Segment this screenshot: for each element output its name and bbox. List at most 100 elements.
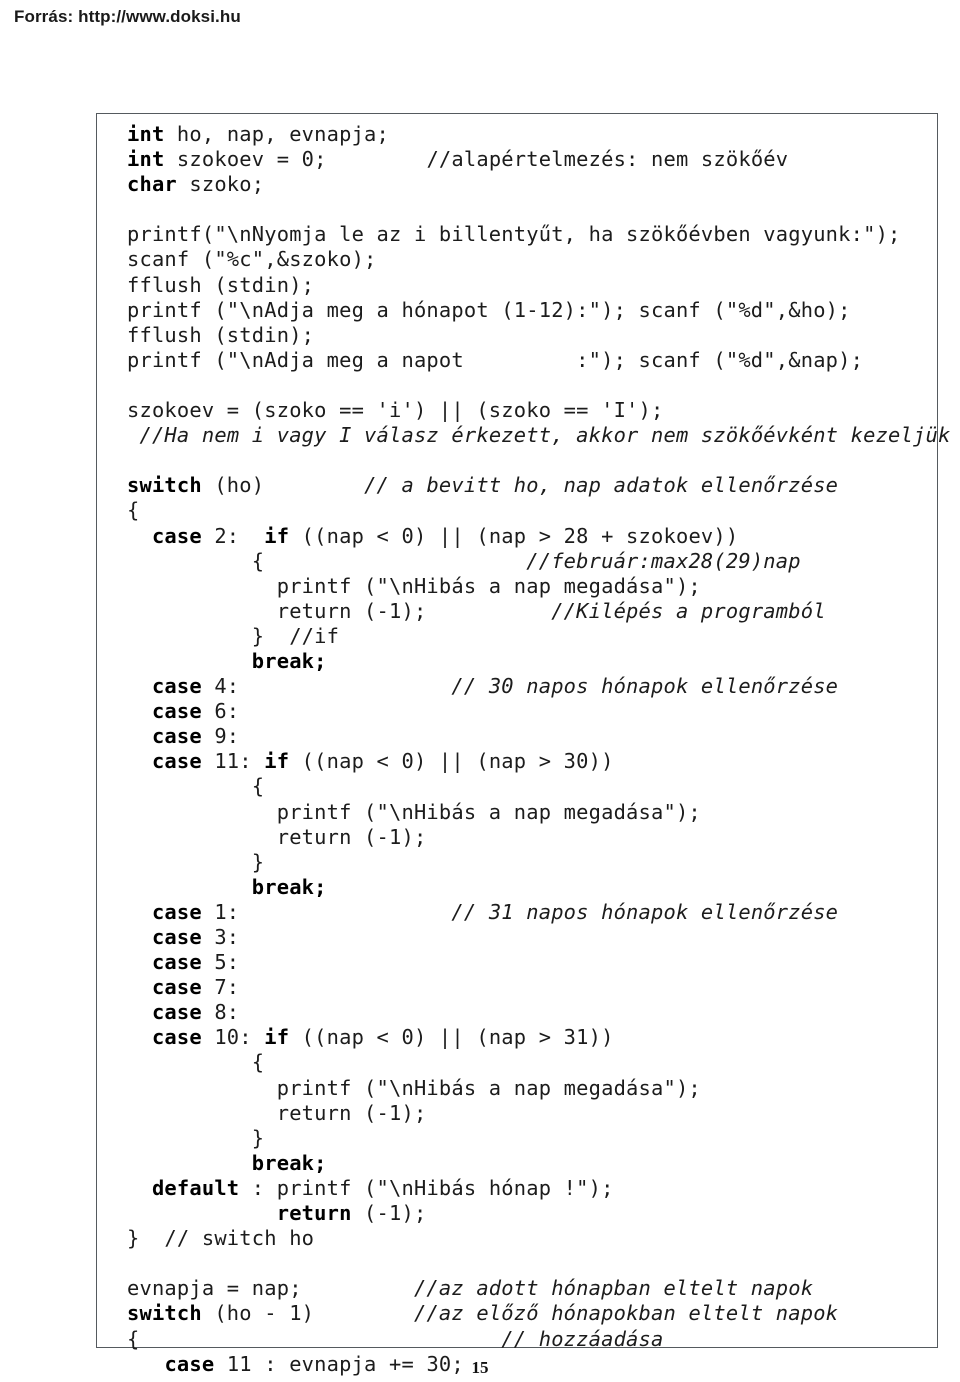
code-text: } [127,1125,265,1150]
code-line: case 10: if ((nap < 0) || (nap > 31)) [127,1025,960,1050]
code-text: printf ("\nHibás a nap megadása"); [127,1075,701,1100]
code-text: return (-1); [127,1100,427,1125]
code-line: } [127,1126,960,1151]
code-keyword: break; [251,648,327,673]
code-text: { [127,1326,502,1351]
code-text: 8: [201,1000,240,1025]
code-keyword: break; [251,874,327,899]
code-comment: //Kilépés a programból [551,598,826,623]
code-text: 9: [201,724,240,749]
code-comment: // hozzáadása [501,1326,664,1351]
code-text: { [127,774,265,799]
code-line: { // hozzáadása [127,1327,960,1352]
code-line: szokoev = (szoko == 'i') || (szoko == 'I… [127,398,960,423]
code-text: return (-1); [127,824,427,849]
code-line: case 6: [127,699,960,724]
code-keyword: case [151,699,202,724]
code-comment: // 30 napos hónapok ellenőrzése [451,674,839,699]
code-line: } // switch ho [127,1226,960,1251]
code-text: 5: [201,950,240,975]
code-keyword: case [151,749,202,774]
code-line: printf("\nNyomja le az i billentyűt, ha … [127,222,960,247]
code-text: : printf ("\nHibás hónap !"); [239,1175,614,1200]
code-keyword: case [151,975,202,1000]
code-text: } [127,849,265,874]
code-text: szokoev = 0; //alapértelmezés: nem szökő… [164,147,789,172]
code-line: printf ("\nHibás a nap megadása"); [127,1076,960,1101]
code-comment: // 31 napos hónapok ellenőrzése [451,899,839,924]
code-line: return (-1); //Kilépés a programból [127,599,960,624]
code-text: printf ("\nHibás a nap megadása"); [127,799,701,824]
code-keyword: case [151,1025,202,1050]
code-line: int szokoev = 0; //alapértelmezés: nem s… [127,147,960,172]
code-line: case 8: [127,1000,960,1025]
code-comment: //az előző hónapokban eltelt napok [413,1301,839,1326]
code-text: } // switch ho [127,1226,315,1251]
code-text: } //if [127,623,340,648]
code-keyword: return [276,1201,352,1226]
code-line: int ho, nap, evnapja; [127,122,960,147]
code-line: evnapja = nap; //az adott hónapban eltel… [127,1276,960,1301]
code-line: return (-1); [127,825,960,850]
code-text: szokoev = (szoko == 'i') || (szoko == 'I… [127,398,664,423]
code-line: default : printf ("\nHibás hónap !"); [127,1176,960,1201]
code-keyword: int [127,122,165,146]
code-line: case 3: [127,925,960,950]
code-text: (ho - 1) [201,1301,414,1326]
code-keyword: int [127,147,165,172]
code-keyword: break; [251,1150,327,1175]
code-keyword: case [151,674,202,699]
code-line: case 1: // 31 napos hónapok ellenőrzése [127,900,960,925]
code-line: break; [127,875,960,900]
code-line: case 5: [127,950,960,975]
code-text: 4: [201,674,452,699]
code-text: 1: [201,899,452,924]
code-line: char szoko; [127,172,960,197]
code-text: ((nap < 0) || (nap > 31)) [289,1025,614,1050]
code-text: 10: [201,1025,265,1050]
code-line: fflush (stdin); [127,273,960,298]
code-text: 2: [201,523,265,548]
code-listing-box: int ho, nap, evnapja; int szokoev = 0; //… [96,113,950,1376]
code-text: szoko; [176,172,265,197]
code-keyword: case [151,950,202,975]
code-line: { //február:max28(29)nap [127,549,960,574]
code-keyword: switch [127,1301,202,1326]
code-line: printf ("\nHibás a nap megadása"); [127,574,960,599]
code-keyword: switch [127,473,202,498]
code-text: return (-1); [127,598,552,623]
code-keyword: if [264,523,290,548]
code-keyword: case [151,724,202,749]
code-line: fflush (stdin); [127,323,960,348]
code-text: ((nap < 0) || (nap > 30)) [289,749,614,774]
page-number: 15 [471,1358,489,1377]
code-line: scanf ("%c",&szoko); [127,247,960,272]
code-keyword: if [264,1025,290,1050]
code-text: { [127,498,140,523]
code-text: fflush (stdin); [127,272,315,297]
code-line: case 2: if ((nap < 0) || (nap > 28 + szo… [127,524,960,549]
code-listing: int ho, nap, evnapja; int szokoev = 0; //… [127,122,960,1377]
code-line: switch (ho) // a bevitt ho, nap adatok e… [127,473,960,498]
code-line: case 4: // 30 napos hónapok ellenőrzése [127,674,960,699]
code-keyword: char [127,172,177,197]
code-comment: // a bevitt ho, nap adatok ellenőrzése [364,473,839,498]
code-line: //Ha nem i vagy I válasz érkezett, akkor… [127,423,960,448]
code-text: printf ("\nHibás a nap megadása"); [127,573,701,598]
